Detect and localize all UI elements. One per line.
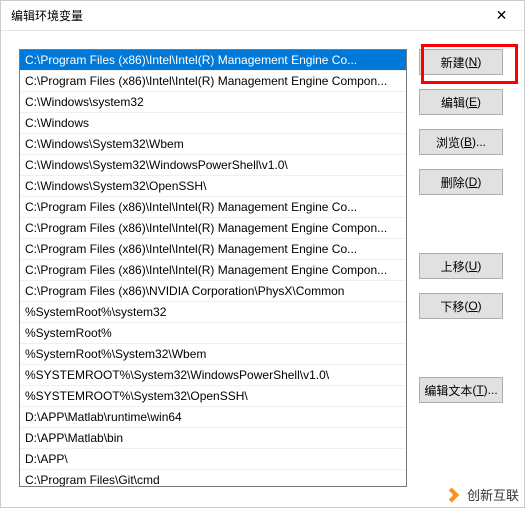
- path-list-item[interactable]: %SYSTEMROOT%\System32\OpenSSH\: [20, 386, 406, 407]
- path-list-item[interactable]: C:\Program Files (x86)\Intel\Intel(R) Ma…: [20, 71, 406, 92]
- path-list-item[interactable]: C:\Windows\System32\WindowsPowerShell\v1…: [20, 155, 406, 176]
- path-list-item[interactable]: C:\Program Files (x86)\Intel\Intel(R) Ma…: [20, 260, 406, 281]
- move-down-button[interactable]: 下移(O): [419, 293, 503, 319]
- path-list-item[interactable]: %SystemRoot%\System32\Wbem: [20, 344, 406, 365]
- path-list-item[interactable]: %SystemRoot%: [20, 323, 406, 344]
- path-list-item[interactable]: C:\Program Files (x86)\Intel\Intel(R) Ma…: [20, 197, 406, 218]
- path-list-item[interactable]: C:\Windows\system32: [20, 92, 406, 113]
- new-button[interactable]: 新建(N): [419, 49, 503, 75]
- button-panel: 新建(N) 编辑(E) 浏览(B)... 删除(D) 上移(U) 下移(O): [419, 49, 503, 493]
- path-list[interactable]: C:\Program Files (x86)\Intel\Intel(R) Ma…: [19, 49, 407, 487]
- path-list-item[interactable]: C:\Program Files (x86)\NVIDIA Corporatio…: [20, 281, 406, 302]
- dialog-title: 编辑环境变量: [11, 7, 83, 24]
- path-list-item[interactable]: D:\APP\: [20, 449, 406, 470]
- path-list-item[interactable]: C:\Program Files\Git\cmd: [20, 470, 406, 487]
- path-list-item[interactable]: C:\Windows\System32\OpenSSH\: [20, 176, 406, 197]
- path-list-item[interactable]: C:\Windows\System32\Wbem: [20, 134, 406, 155]
- close-icon: ✕: [496, 7, 508, 24]
- path-list-item[interactable]: %SYSTEMROOT%\System32\WindowsPowerShell\…: [20, 365, 406, 386]
- edit-text-button[interactable]: 编辑文本(T)...: [419, 377, 503, 403]
- browse-button[interactable]: 浏览(B)...: [419, 129, 503, 155]
- titlebar: 编辑环境变量 ✕: [1, 1, 524, 31]
- environment-variable-dialog: 编辑环境变量 ✕ C:\Program Files (x86)\Intel\In…: [0, 0, 525, 508]
- path-list-item[interactable]: C:\Program Files (x86)\Intel\Intel(R) Ma…: [20, 218, 406, 239]
- path-list-item[interactable]: C:\Program Files (x86)\Intel\Intel(R) Ma…: [20, 50, 406, 71]
- path-list-item[interactable]: C:\Windows: [20, 113, 406, 134]
- move-up-button[interactable]: 上移(U): [419, 253, 503, 279]
- dialog-content: C:\Program Files (x86)\Intel\Intel(R) Ma…: [1, 31, 524, 507]
- path-list-item[interactable]: D:\APP\Matlab\runtime\win64: [20, 407, 406, 428]
- delete-button[interactable]: 删除(D): [419, 169, 503, 195]
- edit-button[interactable]: 编辑(E): [419, 89, 503, 115]
- close-button[interactable]: ✕: [479, 1, 524, 31]
- path-list-item[interactable]: %SystemRoot%\system32: [20, 302, 406, 323]
- path-list-item[interactable]: C:\Program Files (x86)\Intel\Intel(R) Ma…: [20, 239, 406, 260]
- path-list-item[interactable]: D:\APP\Matlab\bin: [20, 428, 406, 449]
